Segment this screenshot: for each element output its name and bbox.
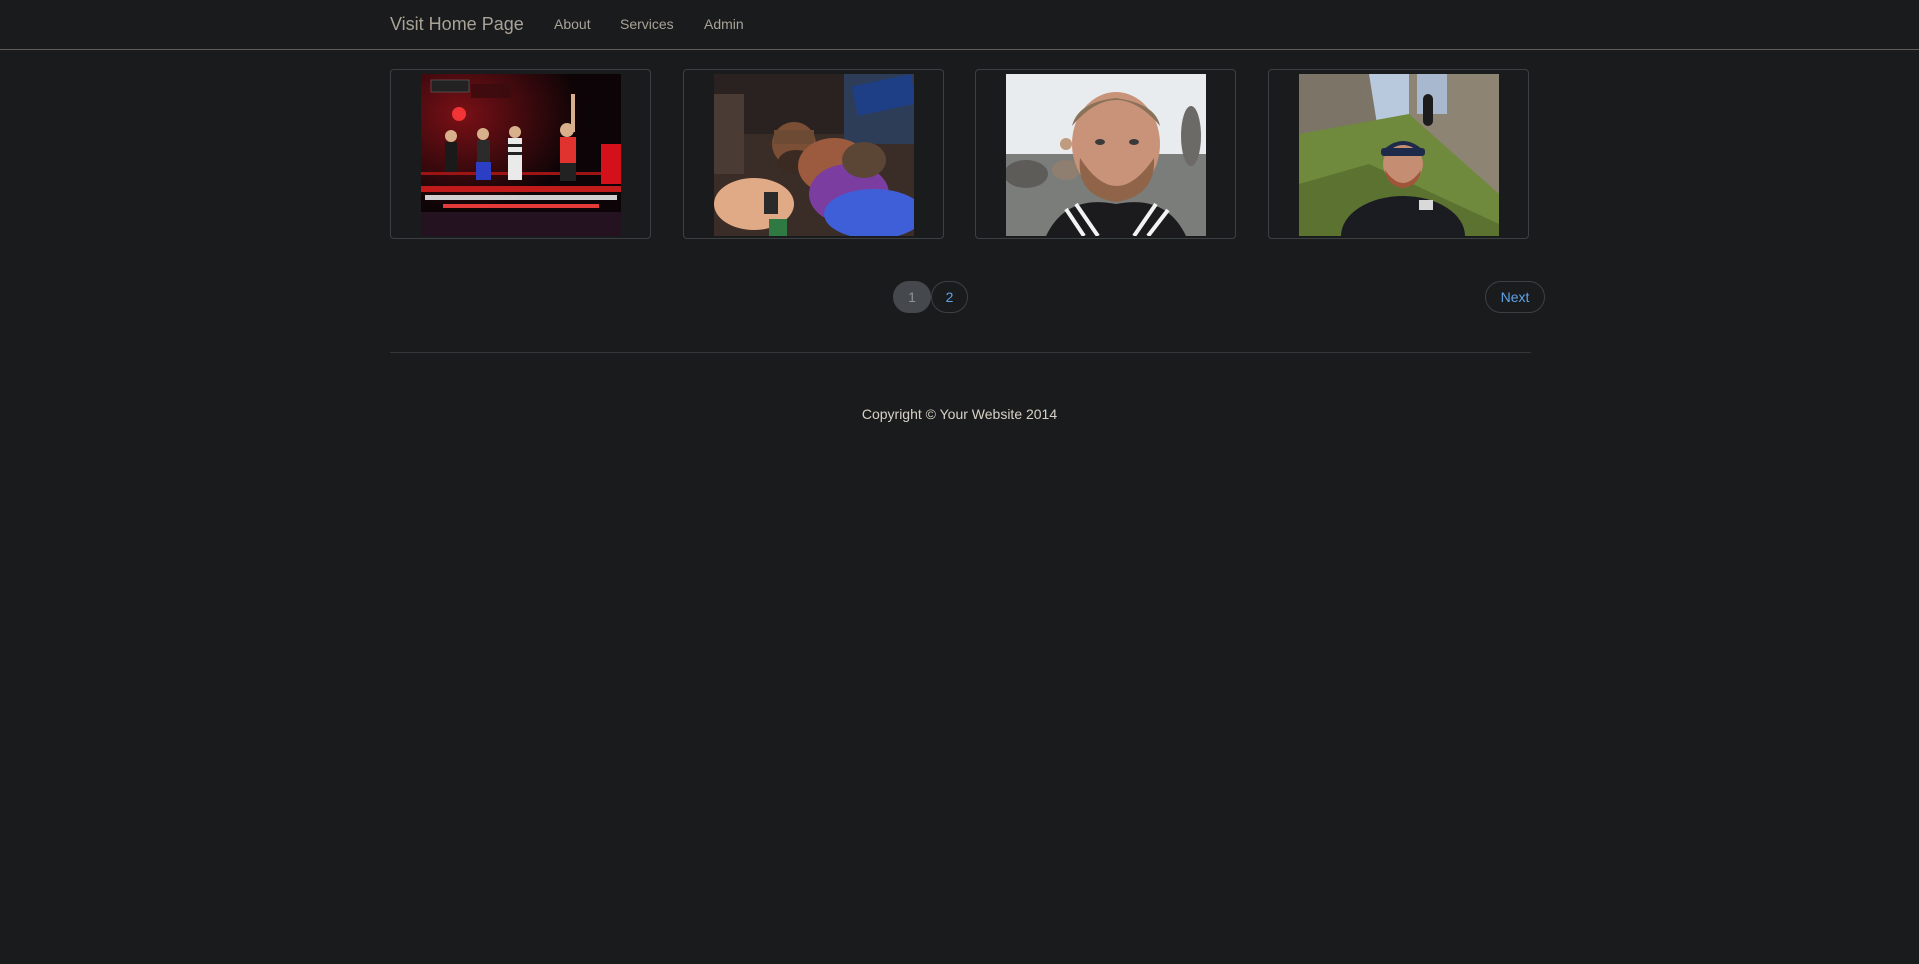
pagination-page-1[interactable]: 1 xyxy=(893,281,931,313)
footer-copyright: Copyright © Your Website 2014 xyxy=(861,406,1058,422)
vr-avatar-image xyxy=(714,74,914,236)
pagination-page-2[interactable]: 2 xyxy=(931,281,968,313)
boxing-event-image xyxy=(421,74,621,236)
gallery-thumbnail[interactable] xyxy=(1268,69,1529,239)
gallery-thumbnail[interactable] xyxy=(683,69,944,239)
footer-divider xyxy=(390,352,1531,353)
top-navbar: Visit Home Page About Services Admin xyxy=(0,0,1919,50)
next-page-button[interactable]: Next xyxy=(1485,281,1545,313)
nav-link-about[interactable]: About xyxy=(554,16,591,32)
gallery-thumbnail[interactable] xyxy=(975,69,1236,239)
brand-link[interactable]: Visit Home Page xyxy=(390,14,524,34)
selfie-image xyxy=(1006,74,1206,236)
gallery-thumbnail[interactable] xyxy=(390,69,651,239)
nav-link-services[interactable]: Services xyxy=(620,16,674,32)
nav-link-admin[interactable]: Admin xyxy=(704,16,744,32)
castle-portrait-image xyxy=(1299,74,1499,236)
